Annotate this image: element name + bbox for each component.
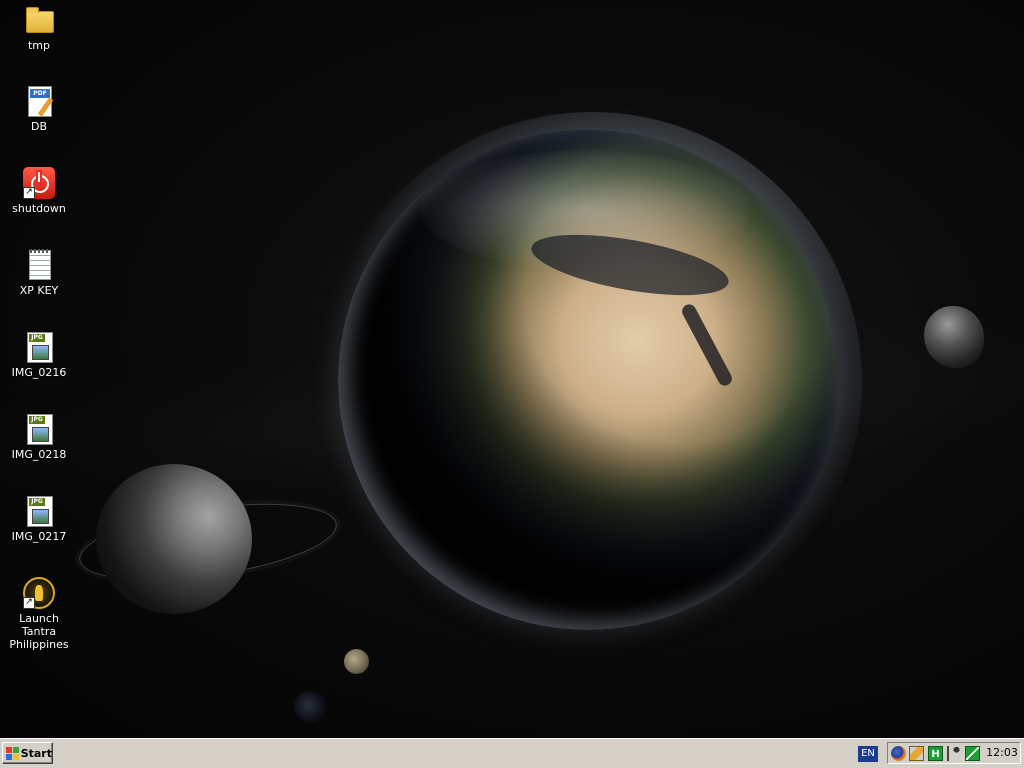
pencil-icon[interactable] [909,746,924,761]
desktop-icon-tmp[interactable]: tmp [1,4,77,52]
desktop-icon-label: IMG_0217 [11,530,67,543]
desktop-icon-img-0217[interactable]: JPG IMG_0217 [1,495,77,543]
person-icon[interactable] [947,746,964,761]
pdf-document-icon: PDF [23,85,55,117]
asteroid [924,306,984,368]
jpg-image-icon: JPG [23,331,55,363]
desktop-icon-shutdown[interactable]: ↗ shutdown [1,167,77,215]
shutdown-icon: ↗ [23,167,55,199]
desktop-icon-img-0218[interactable]: JPG IMG_0218 [1,413,77,461]
green-h-icon[interactable]: H [928,746,943,761]
desktop-icon-label: shutdown [12,202,66,215]
text-document-icon [23,249,55,281]
desktop-icon-label: XP KEY [19,284,59,297]
sync-arrows-icon[interactable] [965,746,980,761]
desktop-icon-label: IMG_0218 [11,448,67,461]
desktop[interactable]: tmp PDF DB ↗ shutdown XP KEY JPG IMG_021… [0,0,1024,738]
moon-planet [96,464,252,614]
desktop-icon-db[interactable]: PDF DB [1,85,77,133]
language-indicator[interactable]: EN [858,746,878,762]
folder-icon [23,4,55,36]
firefox-icon[interactable] [891,746,906,761]
desktop-icon-label: tmp [27,39,50,52]
taskbar: Start EN H 12:03 [0,738,1024,768]
desktop-icon-launch-tantra[interactable]: ↗ Launch Tantra Philippines [1,577,77,651]
jpg-image-icon: JPG [23,495,55,527]
desktop-icon-label: DB [30,120,48,133]
small-moon [344,649,369,674]
desktop-icon-img-0216[interactable]: JPG IMG_0216 [1,331,77,379]
clock[interactable]: 12:03 [985,743,1019,763]
system-tray: H 12:03 [887,742,1021,764]
start-button[interactable]: Start [2,742,53,764]
desktop-icon-label: IMG_0216 [11,366,67,379]
tantra-game-icon: ↗ [23,577,55,609]
distant-blue-planet [294,691,326,723]
jpg-image-icon: JPG [23,413,55,445]
desktop-icon-label: Launch Tantra Philippines [9,612,69,651]
windows-logo-icon [6,746,19,760]
desktop-icon-xp-key[interactable]: XP KEY [1,249,77,297]
start-label: Start [20,746,52,760]
